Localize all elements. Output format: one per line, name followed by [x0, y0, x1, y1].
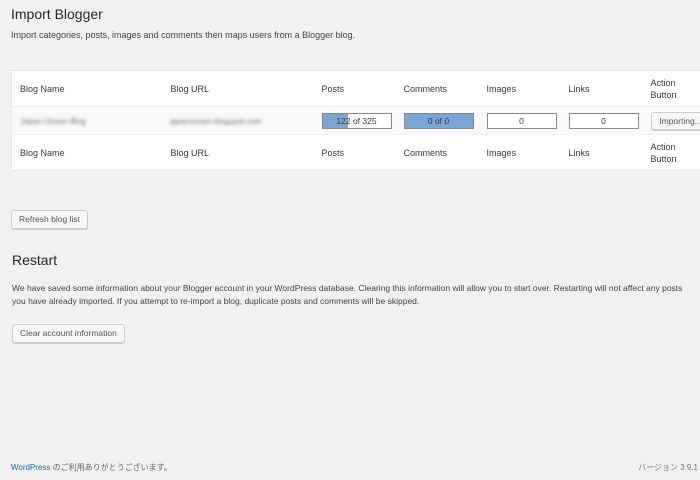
column-header-blog-url: Blog URL [170, 83, 210, 94]
column-header-action: Action Button [643, 71, 700, 107]
links-count-box: 0 [568, 112, 639, 129]
footer-version: バージョン 3.9.1 [638, 463, 698, 472]
comments-progress-text: 0 of 0 [427, 115, 450, 126]
blog-name-cell: Japan Onsen Blog [20, 116, 86, 126]
restart-title: Restart [12, 252, 58, 268]
blog-url-cell: japanonsen.blogspot.com [170, 116, 262, 126]
footer-header-links: Links [568, 147, 590, 158]
links-count: 0 [601, 115, 606, 126]
column-header-blog-name: Blog Name [20, 83, 65, 94]
column-header-links: Links [568, 83, 590, 94]
posts-progress-text: 122 of 325 [336, 115, 377, 126]
column-header-posts: Posts [321, 83, 345, 94]
table-header-row: Blog Name Blog URL Posts Comments Images… [12, 71, 700, 107]
footer-header-comments: Comments [403, 147, 448, 158]
column-header-images: Images [486, 83, 517, 94]
images-count-box: 0 [486, 112, 557, 129]
footer-header-action-line1: Action [650, 141, 676, 152]
refresh-blog-list-button[interactable]: Refresh blog list [11, 210, 88, 229]
footer-header-action: Action Button [643, 135, 700, 171]
comments-progress-bar: 0 of 0 [403, 112, 474, 129]
page-title: Import Blogger [11, 6, 103, 22]
importing-button[interactable]: Importing... [650, 111, 700, 130]
column-header-action-line1: Action [650, 77, 676, 88]
clear-account-information-button[interactable]: Clear account information [12, 324, 125, 343]
footer-header-images: Images [486, 147, 517, 158]
footer-header-blog-url: Blog URL [170, 147, 210, 158]
posts-progress-bar: 122 of 325 [321, 112, 392, 129]
table-footer-row: Blog Name Blog URL Posts Comments Images… [12, 135, 700, 171]
footer-thanks-text: のご利用ありがとうございます。 [50, 463, 172, 472]
table-row: Japan Onsen Blog japanonsen.blogspot.com… [11, 106, 700, 135]
page-description: Import categories, posts, images and com… [11, 30, 356, 40]
column-header-action-line2: Button [650, 89, 677, 100]
footer-thanks: WordPress のご利用ありがとうございます。 [11, 462, 172, 473]
footer-header-action-line2: Button [650, 153, 677, 164]
column-header-comments: Comments [403, 83, 448, 94]
footer-header-posts: Posts [321, 147, 345, 158]
blogs-table: Blog Name Blog URL Posts Comments Images… [11, 70, 700, 171]
footer-header-blog-name: Blog Name [20, 147, 65, 158]
images-count: 0 [519, 115, 524, 126]
restart-description: We have saved some information about you… [12, 283, 683, 306]
wordpress-link[interactable]: WordPress [11, 463, 50, 472]
